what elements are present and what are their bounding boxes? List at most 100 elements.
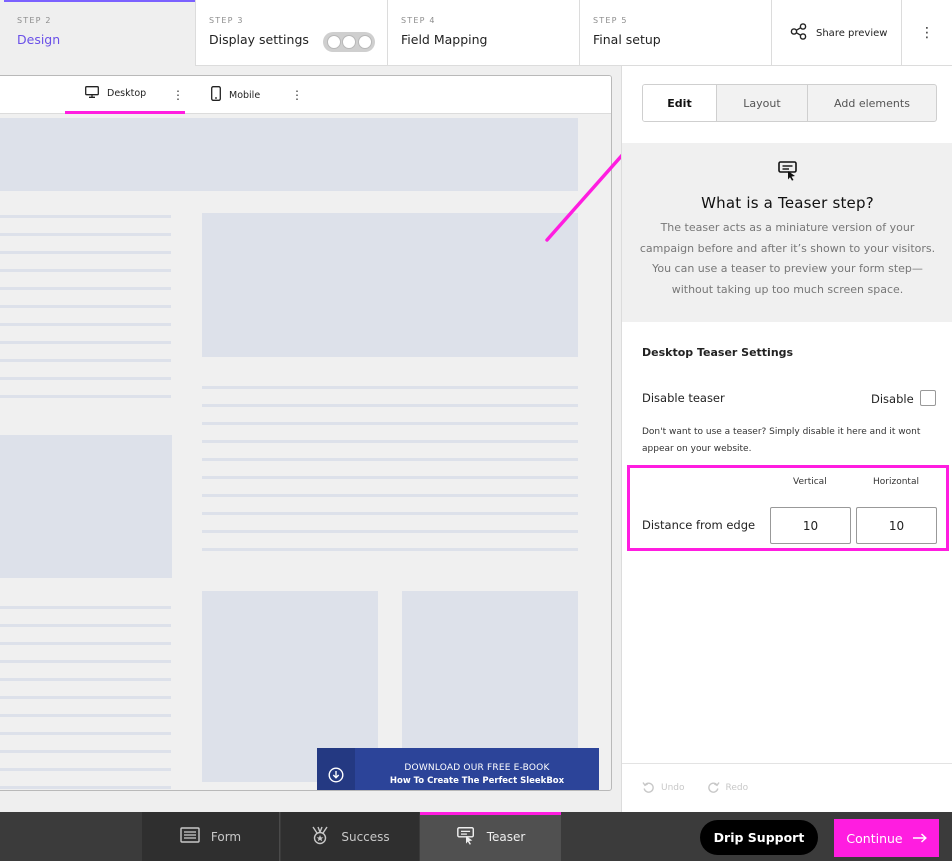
step-field-mapping[interactable]: STEP 4 Field Mapping <box>388 0 580 66</box>
step-number: STEP 3 <box>209 16 244 25</box>
placeholder-block <box>0 118 578 191</box>
teaser-banner-line2: How To Create The Perfect SleekBox <box>389 776 565 786</box>
step-display-settings[interactable]: STEP 3 Display settings <box>196 0 388 66</box>
teaser-banner-text: DOWNLOAD OUR FREE E-BOOK How To Create T… <box>355 748 599 790</box>
more-options-button[interactable]: ⋮ <box>902 0 952 65</box>
teaser-icon <box>456 825 476 848</box>
section-title: Desktop Teaser Settings <box>642 346 794 359</box>
placeholder-line <box>202 476 578 479</box>
panel-tabs: Edit Layout Add elements <box>642 84 937 122</box>
placeholder-line <box>202 440 578 443</box>
share-icon <box>790 23 807 43</box>
success-badge-icon <box>310 825 330 848</box>
step-design[interactable]: STEP 2 Design <box>0 0 196 66</box>
download-circle-icon <box>317 748 355 790</box>
placeholder-line <box>0 233 171 236</box>
disable-checkbox-label: Disable <box>871 392 914 406</box>
drip-support-button[interactable]: Drip Support <box>700 820 818 855</box>
placeholder-line <box>0 660 171 663</box>
device-label: Desktop <box>107 88 147 99</box>
step-tab-success[interactable]: Success <box>281 812 419 861</box>
bottom-bar: Form Success Teaser Drip Support Continu… <box>0 812 952 861</box>
placeholder-line <box>202 548 578 551</box>
placeholder-line <box>0 269 171 272</box>
horizontal-distance-input[interactable] <box>856 507 937 544</box>
placeholder-line <box>0 696 171 699</box>
device-label: Mobile <box>229 89 261 101</box>
redo-label: Redo <box>725 783 749 793</box>
placeholder-line <box>202 386 578 389</box>
device-switcher: Desktop ⋮ Mobile ⋮ <box>0 76 611 114</box>
placeholder-line <box>0 714 171 717</box>
step-title: Field Mapping <box>401 32 488 47</box>
step-final-setup[interactable]: STEP 5 Final setup <box>580 0 772 66</box>
kebab-vertical-icon: ⋮ <box>920 24 934 41</box>
placeholder-line <box>0 750 171 753</box>
placeholder-line <box>0 786 171 789</box>
continue-button[interactable]: Continue <box>834 819 939 857</box>
arrow-right-icon <box>912 831 927 846</box>
tab-edit[interactable]: Edit <box>643 85 717 121</box>
placeholder-line <box>0 377 171 380</box>
step-number: STEP 2 <box>17 16 52 25</box>
step-number: STEP 4 <box>401 16 436 25</box>
placeholder-line <box>0 606 171 609</box>
placeholder-line <box>202 422 578 425</box>
device-tab-desktop[interactable]: Desktop <box>65 76 185 114</box>
disable-teaser-checkbox[interactable] <box>920 390 936 406</box>
teaser-icon <box>622 159 952 185</box>
placeholder-line <box>202 404 578 407</box>
vertical-column-label: Vertical <box>793 477 827 487</box>
preview-area: Desktop ⋮ Mobile ⋮ DOWNLOAD OUR FREE E-B… <box>0 66 621 812</box>
disable-teaser-label: Disable teaser <box>642 391 725 405</box>
step-tab-form[interactable]: Form <box>142 812 280 861</box>
step-number: STEP 5 <box>593 16 628 25</box>
disable-teaser-hint: Don't want to use a teaser? Simply disab… <box>642 427 921 454</box>
redo-icon <box>707 780 720 796</box>
distance-from-edge-label: Distance from edge <box>642 518 756 532</box>
placeholder-line <box>202 458 578 461</box>
placeholder-line <box>0 305 171 308</box>
placeholder-line <box>0 732 171 735</box>
info-body: The teaser acts as a miniature version o… <box>639 221 936 296</box>
placeholder-line <box>0 624 171 627</box>
step-title: Final setup <box>593 32 661 47</box>
continue-label: Continue <box>846 830 903 846</box>
placeholder-line <box>202 494 578 497</box>
mobile-options-kebab-icon[interactable]: ⋮ <box>291 88 303 102</box>
placeholder-line <box>0 359 171 362</box>
placeholder-line <box>0 251 171 254</box>
placeholder-block <box>0 435 172 578</box>
step-tab-label: Form <box>210 829 242 844</box>
step-tab-label: Success <box>341 829 390 844</box>
step-tab-label: Teaser <box>486 829 526 844</box>
step-tab-teaser[interactable]: Teaser <box>420 812 561 861</box>
steps-bar: STEP 2 Design STEP 3 Display settings ST… <box>0 0 952 66</box>
placeholder-line <box>0 768 171 771</box>
tab-layout[interactable]: Layout <box>717 85 808 121</box>
step-title: Design <box>17 32 61 47</box>
display-settings-toggle[interactable] <box>323 32 375 52</box>
tab-add-elements[interactable]: Add elements <box>808 85 936 121</box>
settings-panel: Edit Layout Add elements What is a Tease… <box>621 66 952 812</box>
placeholder-line <box>202 530 578 533</box>
desktop-options-kebab-icon[interactable]: ⋮ <box>172 88 184 102</box>
undo-redo-bar: Undo Redo <box>622 763 952 812</box>
undo-button[interactable]: Undo <box>642 780 685 796</box>
redo-button[interactable]: Redo <box>707 780 749 796</box>
desktop-monitor-icon <box>85 86 99 101</box>
share-preview-label: Share preview <box>816 27 888 39</box>
undo-label: Undo <box>661 783 685 793</box>
vertical-distance-input[interactable] <box>770 507 851 544</box>
placeholder-line <box>0 642 171 645</box>
undo-icon <box>642 780 655 796</box>
mobile-phone-icon <box>211 86 221 104</box>
teaser-banner[interactable]: DOWNLOAD OUR FREE E-BOOK How To Create T… <box>317 748 599 790</box>
placeholder-line <box>0 215 171 218</box>
share-preview-button[interactable]: Share preview <box>772 0 902 66</box>
info-title: What is a Teaser step? <box>701 194 874 212</box>
teaser-info-box: What is a Teaser step? The teaser acts a… <box>622 143 952 322</box>
preview-canvas: Desktop ⋮ Mobile ⋮ DOWNLOAD OUR FREE E-B… <box>0 75 612 791</box>
placeholder-line <box>0 287 171 290</box>
device-tab-mobile[interactable]: Mobile <box>207 76 260 114</box>
